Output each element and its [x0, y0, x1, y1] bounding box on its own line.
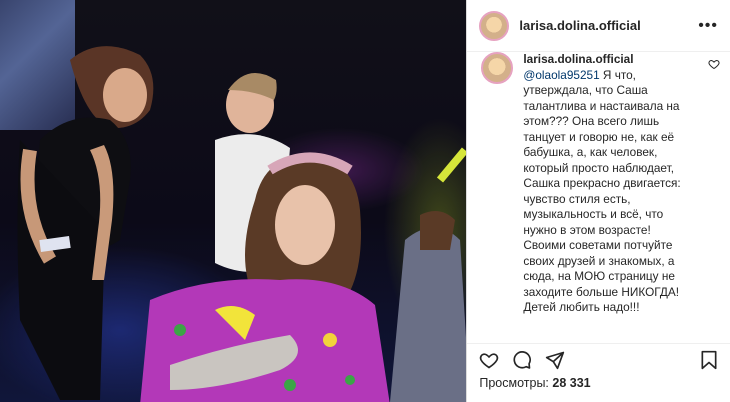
instagram-post: larisa.dolina.official ••• larisa.dolina…: [0, 0, 730, 402]
caption-body: larisa.dolina.official @olaola95251 Я что…: [523, 52, 683, 343]
small-heart-icon[interactable]: [708, 58, 720, 70]
send-icon[interactable]: [545, 350, 565, 370]
video-frame-illustration: [17, 46, 467, 402]
view-count: Просмотры: 28 331: [467, 376, 730, 402]
post-header: larisa.dolina.official •••: [467, 0, 730, 52]
avatar[interactable]: [481, 52, 514, 84]
comment-icon[interactable]: [512, 350, 532, 370]
avatar[interactable]: [479, 10, 510, 41]
caption-author-link[interactable]: larisa.dolina.official: [523, 52, 683, 68]
post-video[interactable]: [0, 0, 467, 402]
caption-comment: larisa.dolina.official @olaola95251 Я что…: [467, 52, 730, 343]
heart-icon[interactable]: [479, 350, 499, 370]
more-options-button[interactable]: •••: [698, 17, 718, 35]
views-number: 28 331: [552, 376, 591, 390]
action-bar: [467, 343, 730, 376]
caption-text: Я что, утверждала, что Саша талантлива и…: [523, 67, 681, 315]
bookmark-icon[interactable]: [700, 350, 718, 370]
views-label: Просмотры:: [479, 376, 549, 390]
post-sidebar: larisa.dolina.official ••• larisa.dolina…: [466, 0, 730, 402]
mention-link[interactable]: @olaola95251: [523, 68, 599, 82]
username-link[interactable]: larisa.dolina.official: [519, 18, 698, 33]
